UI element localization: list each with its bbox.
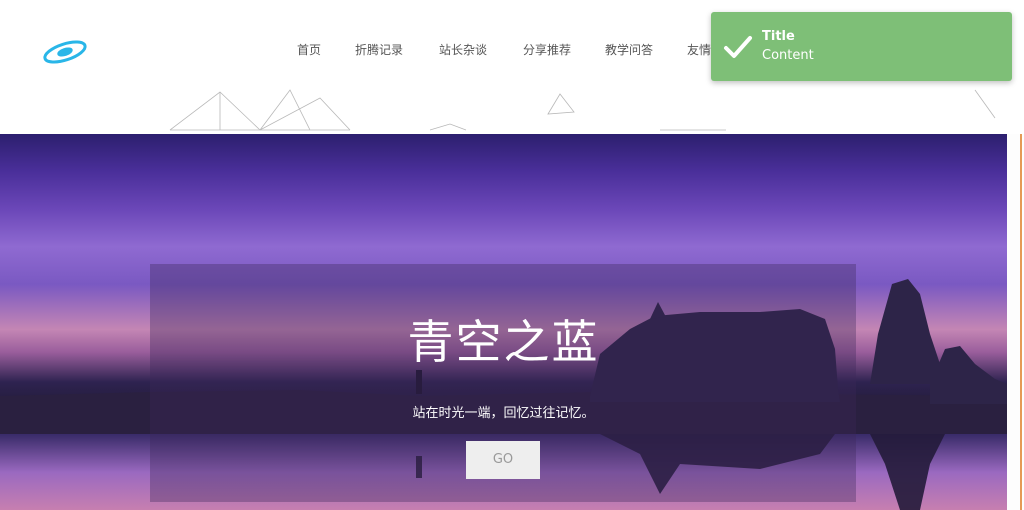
hero-subtitle: 站在时光一端，回忆过往记忆。 [412, 406, 595, 421]
checkmark-icon [724, 36, 752, 58]
header-decoration [169, 89, 996, 131]
toast-content: Content [762, 48, 814, 63]
toast-title: Title [762, 29, 795, 44]
hero-banner: 青空之蓝 站在时光一端，回忆过往记忆。 GO [0, 134, 1007, 510]
go-button[interactable]: GO [466, 441, 540, 479]
nav-item-talk[interactable]: 站长杂谈 [439, 38, 487, 62]
hero-title: 青空之蓝 [407, 315, 600, 369]
nav-item-records[interactable]: 折腾记录 [355, 38, 403, 62]
nav-item-qa[interactable]: 教学问答 [605, 38, 653, 62]
nav-item-share[interactable]: 分享推荐 [523, 38, 571, 62]
nav-item-home[interactable]: 首页 [297, 38, 321, 62]
right-edge-bar [1007, 134, 1024, 510]
site-logo-icon[interactable] [42, 38, 88, 66]
toast-notification[interactable]: Title Content [711, 12, 1012, 81]
